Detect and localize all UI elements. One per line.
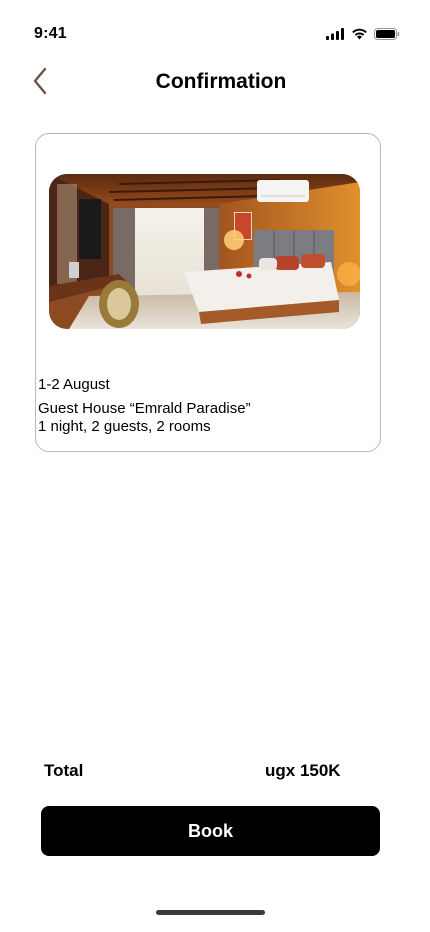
signal-icon bbox=[326, 28, 345, 40]
book-button[interactable]: Book bbox=[41, 806, 380, 856]
total-value: ugx 150K bbox=[265, 761, 341, 780]
property-name: Guest House “Emrald Paradise” bbox=[38, 400, 251, 417]
page-title: Confirmation bbox=[155, 70, 287, 93]
booking-dates: 1-2 August bbox=[38, 376, 110, 393]
battery-icon bbox=[374, 28, 400, 40]
home-indicator[interactable] bbox=[156, 910, 265, 915]
booking-card[interactable]: 1-2 August Guest House “Emrald Paradise”… bbox=[35, 133, 381, 452]
booking-details: 1 night, 2 guests, 2 rooms bbox=[38, 418, 211, 435]
status-time: 9:41 bbox=[34, 25, 67, 42]
status-icons bbox=[326, 28, 400, 40]
hotel-room-photo bbox=[49, 174, 360, 329]
total-label: Total bbox=[44, 761, 84, 780]
wifi-icon bbox=[351, 28, 368, 40]
